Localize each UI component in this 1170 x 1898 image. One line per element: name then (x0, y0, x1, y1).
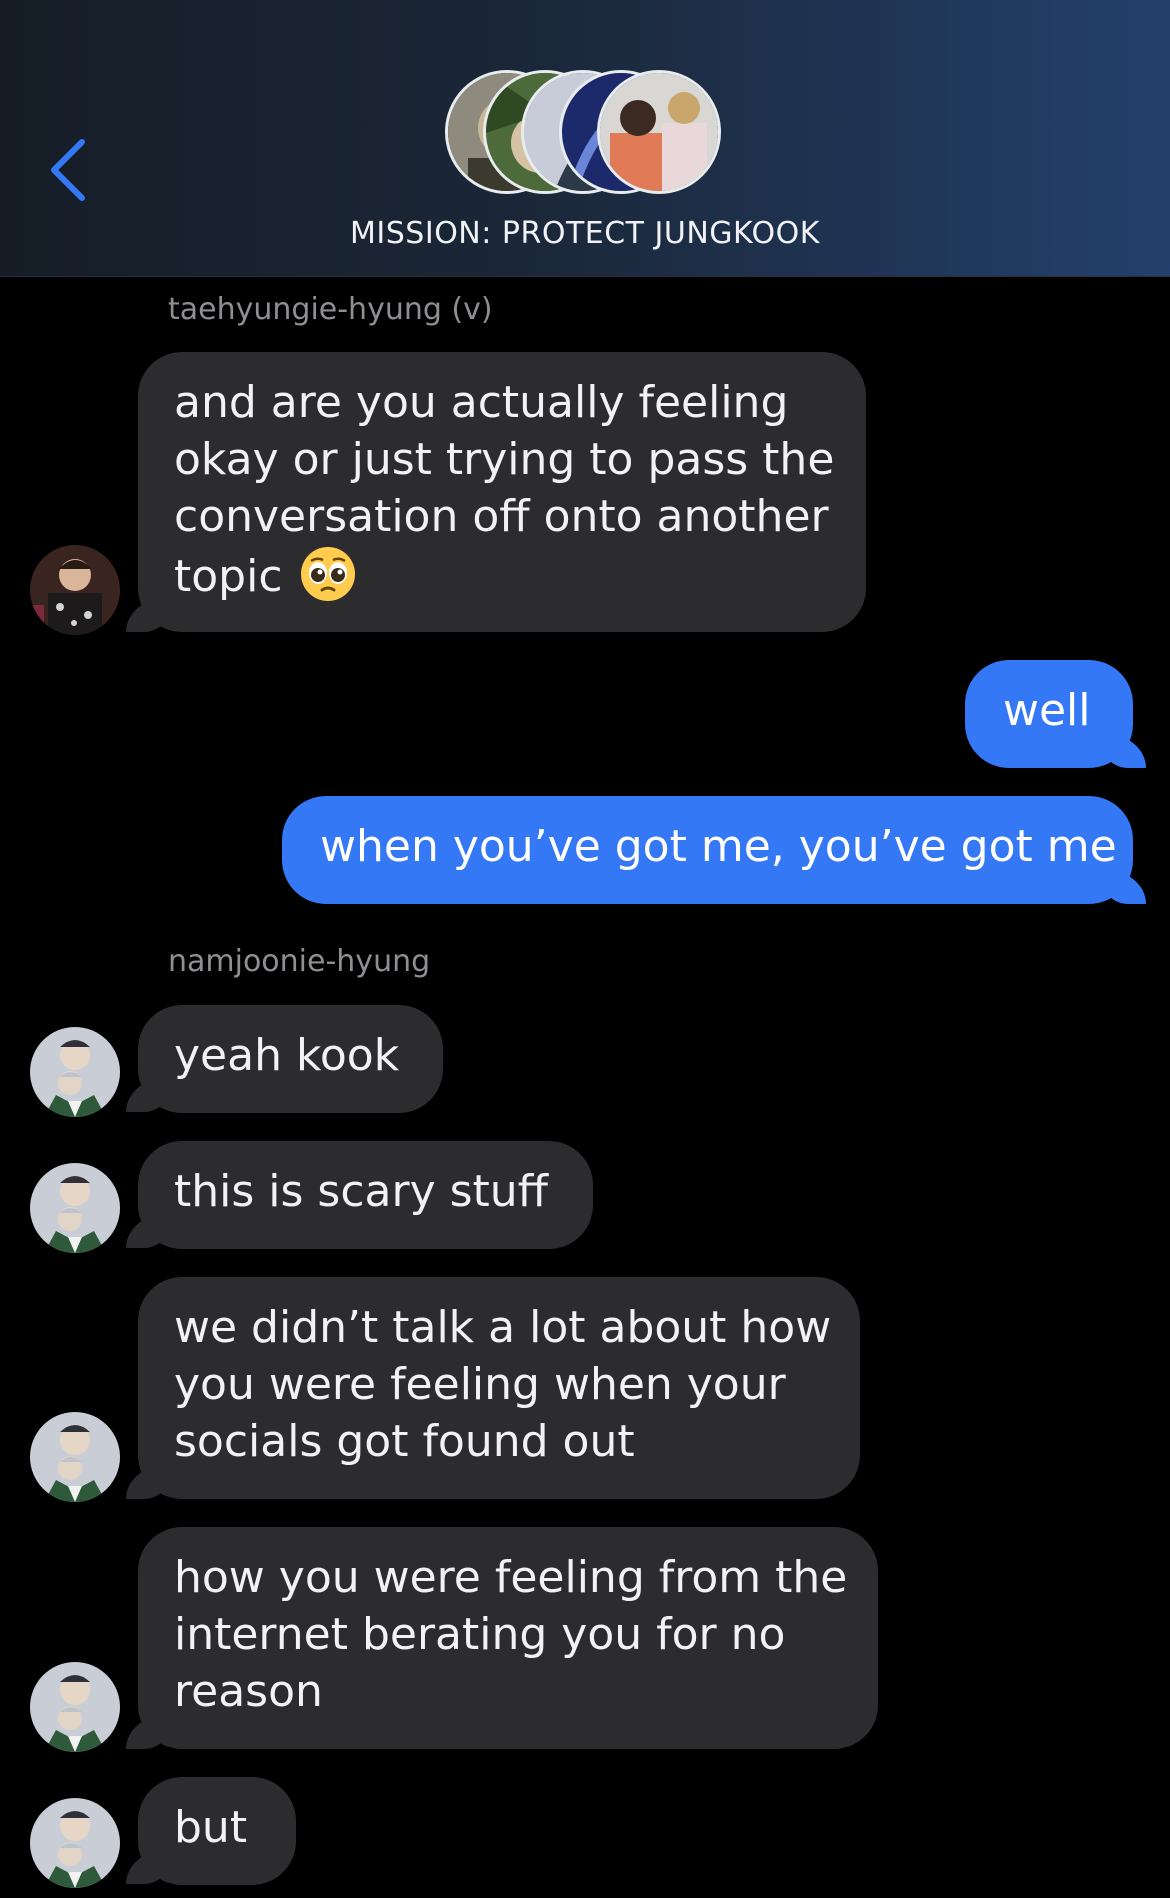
message-line: conversation off onto another (174, 491, 829, 542)
message-line: how you were feeling from the (174, 1552, 848, 1603)
message-line: we didn’t talk a lot about how (174, 1302, 832, 1353)
chevron-left-icon (51, 139, 85, 201)
message-line: you were feeling when your (174, 1359, 786, 1410)
message-line: socials got found out (174, 1416, 635, 1467)
chat-header: MISSION: PROTECT JUNGKOOK (0, 0, 1170, 277)
avatar-namjoon[interactable] (30, 1027, 120, 1117)
group-title[interactable]: MISSION: PROTECT JUNGKOOK (0, 216, 1170, 251)
group-member-avatar (597, 70, 721, 194)
message-text: but (174, 1802, 248, 1853)
sender-name: namjoonie-hyung (168, 944, 431, 979)
message-line: internet berating you for no (174, 1609, 786, 1660)
avatar-namjoon[interactable] (30, 1798, 120, 1888)
message-line: okay or just trying to pass the (174, 434, 835, 485)
message-line: reason (174, 1666, 323, 1717)
message-line: topic (174, 551, 283, 602)
avatar-namjoon[interactable] (30, 1163, 120, 1253)
pleading-face-emoji-icon (299, 545, 357, 617)
group-avatar-stack[interactable] (445, 70, 725, 200)
incoming-message-bubble[interactable]: this is scary stuff (138, 1141, 593, 1249)
message-text: when you’ve got me, you’ve got me (320, 821, 1117, 872)
message-text: yeah kook (174, 1030, 400, 1081)
avatar-namjoon[interactable] (30, 1412, 120, 1502)
incoming-message-bubble[interactable]: how you were feeling from the internet b… (138, 1527, 878, 1749)
message-text: this is scary stuff (174, 1166, 548, 1217)
back-button[interactable] (46, 138, 96, 202)
avatar-namjoon[interactable] (30, 1662, 120, 1752)
sender-name: taehyungie-hyung (v) (168, 292, 493, 327)
avatar-taehyung[interactable] (30, 545, 120, 635)
outgoing-message-bubble[interactable]: when you’ve got me, you’ve got me (282, 796, 1133, 904)
incoming-message-bubble[interactable]: yeah kook (138, 1005, 443, 1113)
incoming-message-bubble[interactable]: and are you actually feeling okay or jus… (138, 352, 866, 632)
message-text: well (1003, 685, 1091, 736)
incoming-message-bubble[interactable]: we didn’t talk a lot about how you were … (138, 1277, 860, 1499)
message-line: and are you actually feeling (174, 377, 789, 428)
